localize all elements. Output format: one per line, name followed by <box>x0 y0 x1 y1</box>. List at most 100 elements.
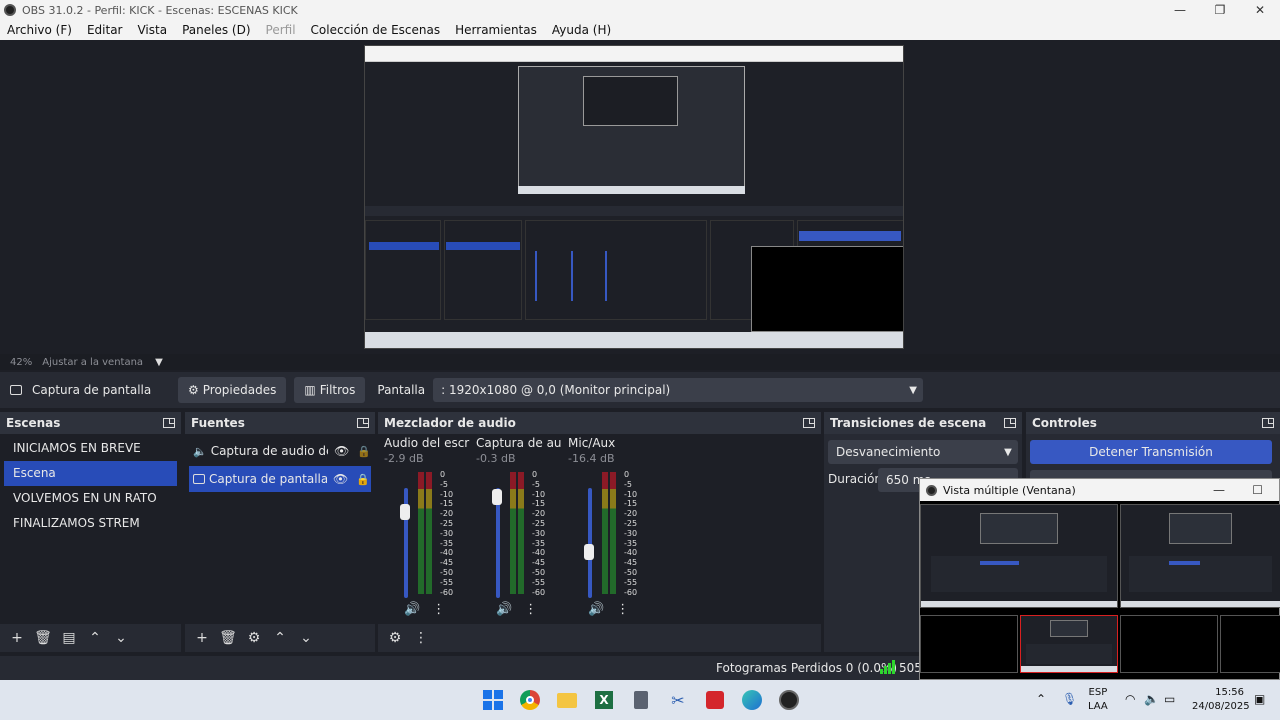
eye-icon[interactable]: 👁 <box>333 472 348 486</box>
undock-icon[interactable] <box>163 418 175 428</box>
title-bar: OBS 31.0.2 - Perfil: KICK - Escenas: ESC… <box>0 0 1280 20</box>
volume-slider-handle[interactable] <box>492 488 502 505</box>
scene-item[interactable]: INICIAMOS EN BREVE <box>4 436 177 461</box>
properties-button[interactable]: ⚙ Propiedades <box>178 377 287 403</box>
volume-slider-handle[interactable] <box>400 504 410 521</box>
microphone-icon[interactable]: 🎙 <box>1062 692 1077 706</box>
list-item[interactable]: Captura de pantalla 👁 🔒 <box>189 466 371 492</box>
menu-dots-icon[interactable]: ⋮ <box>524 602 537 617</box>
scale-tick: -10 <box>624 489 638 499</box>
menu-item[interactable]: Editar <box>80 20 131 40</box>
chevron-down-icon: ▼ <box>909 384 917 396</box>
gear-icon[interactable]: ⚙ <box>382 630 408 646</box>
language-indicator[interactable]: ESP LAA <box>1088 686 1108 714</box>
calculator-icon[interactable] <box>629 688 653 712</box>
snipping-tool-icon[interactable]: ✂ <box>666 688 690 712</box>
filters-label: Filtros <box>319 383 356 397</box>
chevron-up-icon[interactable]: ⌃ <box>267 630 293 646</box>
chevron-up-icon[interactable]: ⌃ <box>1036 692 1046 706</box>
scale-tick: -55 <box>532 577 546 587</box>
undock-icon[interactable] <box>1262 418 1274 428</box>
multiview-preview[interactable] <box>920 504 1118 608</box>
scene-item[interactable]: Escena <box>4 461 177 486</box>
multiview-scene-3[interactable] <box>1120 615 1218 673</box>
notification-icon[interactable]: ▣ <box>1254 692 1265 706</box>
multiview-titlebar[interactable]: Vista múltiple (Ventana) — ☐ <box>920 479 1279 501</box>
transition-select[interactable]: Desvanecimiento ▼ <box>828 440 1018 464</box>
window-controls: — ❐ ✕ <box>1160 0 1280 20</box>
stop-stream-button[interactable]: Detener Transmisión <box>1030 440 1272 464</box>
scale-tick: -25 <box>440 518 454 528</box>
edge-icon[interactable] <box>740 688 764 712</box>
multiview-scene-1[interactable] <box>920 615 1018 673</box>
speaker-icon[interactable]: 🔊 <box>404 602 420 617</box>
undock-icon[interactable] <box>357 418 369 428</box>
multiview-program[interactable] <box>1120 504 1280 608</box>
menu-item[interactable]: Herramientas <box>448 20 545 40</box>
filter-icon[interactable]: ▤ <box>56 630 82 646</box>
minimize-button[interactable]: — <box>1213 479 1225 501</box>
clock[interactable]: 15:56 24/08/2025 <box>1192 686 1250 714</box>
chevron-down-icon[interactable]: ⌄ <box>293 630 319 646</box>
scenes-title: Escenas <box>6 416 61 430</box>
sources-footer: + 🗑 ⚙ ⌃ ⌄ <box>185 624 375 652</box>
trash-icon[interactable]: 🗑 <box>30 630 56 646</box>
properties-label: Propiedades <box>202 383 277 397</box>
menu-dots-icon[interactable]: ⋮ <box>408 630 434 646</box>
multiview-scene-4[interactable] <box>1220 615 1280 673</box>
menu-item[interactable]: Colección de Escenas <box>304 20 449 40</box>
filters-button[interactable]: ▥ Filtros <box>294 377 366 403</box>
meter-scale: 0 -5 -10 -15 -20 -25 -30 -35 -40 -45 -50 -55 -60 <box>440 470 453 597</box>
display-label: Pantalla <box>377 383 426 397</box>
zoom-fit-select[interactable]: Ajustar a la ventana <box>42 357 143 368</box>
chevron-down-icon[interactable]: ▼ <box>155 357 163 368</box>
scene-item[interactable]: VOLVEMOS EN UN RATO <box>4 486 177 511</box>
maximize-button[interactable]: ☐ <box>1252 479 1263 501</box>
chevron-up-icon[interactable]: ⌃ <box>82 630 108 646</box>
menu-item[interactable]: Archivo (F) <box>0 20 80 40</box>
scale-tick: -20 <box>440 509 454 519</box>
file-explorer-icon[interactable] <box>555 688 579 712</box>
acrobat-icon[interactable] <box>703 688 727 712</box>
lock-icon[interactable]: 🔒 <box>357 445 371 458</box>
program-preview[interactable] <box>364 45 904 349</box>
eye-icon[interactable]: 👁 <box>334 444 349 458</box>
lock-icon[interactable]: 🔒 <box>356 473 370 486</box>
display-select[interactable]: : 1920x1080 @ 0,0 (Monitor principal) ▼ <box>433 378 924 402</box>
gear-icon[interactable]: ⚙ <box>241 630 267 646</box>
battery-icon[interactable]: ▭ <box>1164 692 1175 706</box>
menu-item[interactable]: Perfil <box>259 20 304 40</box>
chrome-icon[interactable] <box>518 688 542 712</box>
scale-tick: -60 <box>532 587 546 597</box>
add-icon[interactable]: + <box>189 630 215 646</box>
display-value: : 1920x1080 @ 0,0 (Monitor principal) <box>441 383 671 397</box>
wifi-icon[interactable]: ◠ <box>1125 692 1135 706</box>
windows-start-icon[interactable] <box>481 688 505 712</box>
menu-dots-icon[interactable]: ⋮ <box>616 602 629 617</box>
undock-icon[interactable] <box>1004 418 1016 428</box>
menu-item[interactable]: Ayuda (H) <box>545 20 619 40</box>
list-item[interactable]: 🔈 Captura de audio de ap 👁 🔒 <box>189 438 371 464</box>
close-button[interactable]: ✕ <box>1240 0 1280 20</box>
obs-taskbar-icon[interactable] <box>777 688 801 712</box>
minimize-button[interactable]: — <box>1160 0 1200 20</box>
excel-icon[interactable]: X <box>592 688 616 712</box>
scenes-header: Escenas <box>0 412 181 434</box>
menu-dots-icon[interactable]: ⋮ <box>432 602 445 617</box>
maximize-button[interactable]: ❐ <box>1200 0 1240 20</box>
multiview-window[interactable]: Vista múltiple (Ventana) — ☐ <box>919 478 1280 680</box>
speaker-icon[interactable]: 🔊 <box>496 602 512 617</box>
volume-icon[interactable]: 🔈 <box>1144 692 1159 706</box>
volume-slider-handle[interactable] <box>584 543 594 560</box>
multiview-scene-2[interactable] <box>1020 615 1118 673</box>
add-icon[interactable]: + <box>4 630 30 646</box>
menu-item[interactable]: Paneles (D) <box>175 20 258 40</box>
scene-item[interactable]: FINALIZAMOS STREM <box>4 511 177 536</box>
speaker-icon[interactable]: 🔊 <box>588 602 604 617</box>
undock-icon[interactable] <box>803 418 815 428</box>
trash-icon[interactable]: 🗑 <box>215 630 241 646</box>
chevron-down-icon[interactable]: ⌄ <box>108 630 134 646</box>
menu-item[interactable]: Vista <box>130 20 175 40</box>
scale-tick: -10 <box>532 489 546 499</box>
time: 15:56 <box>1215 687 1244 698</box>
